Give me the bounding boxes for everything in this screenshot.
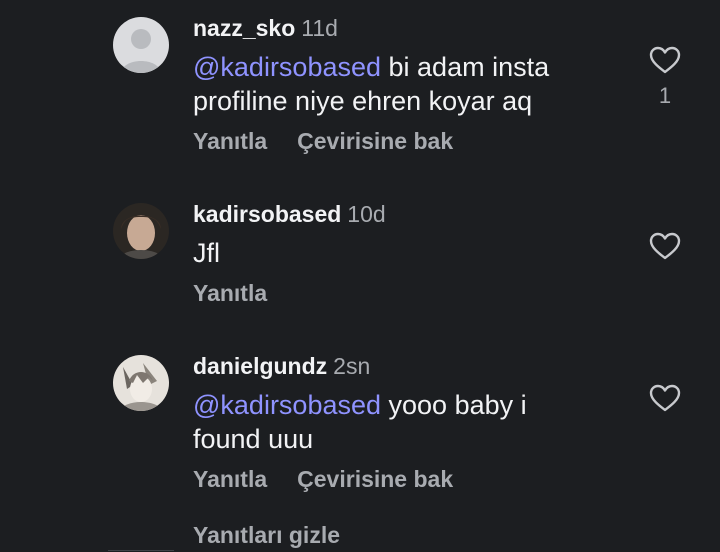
default-avatar-icon[interactable] — [113, 17, 169, 73]
comment-text-line1: bi adam insta — [381, 52, 550, 82]
hide-replies-button[interactable]: Yanıtları gizle — [193, 522, 340, 549]
comment-text: @kadirsobased yooo baby i found uuu — [193, 388, 613, 456]
comment-time: 11d — [301, 15, 338, 41]
comment-text: Jfl — [193, 238, 220, 268]
comment-actions: Yanıtla — [193, 280, 613, 307]
comment-actions: Yanıtla Çevirisine bak — [193, 128, 613, 155]
like-control: 1 — [648, 45, 682, 109]
comment-username[interactable]: nazz_sko — [193, 15, 295, 41]
comment-actions: Yanıtla Çevirisine bak — [193, 466, 613, 493]
avatar[interactable] — [113, 203, 169, 259]
comment-meta: nazz_sko 11d — [193, 14, 613, 42]
reply-button[interactable]: Yanıtla — [193, 128, 267, 154]
comment-text-line2: found uuu — [193, 424, 314, 454]
avatar[interactable] — [113, 355, 169, 411]
divider-line — [108, 550, 174, 551]
see-translation-button[interactable]: Çevirisine bak — [297, 466, 453, 492]
comment-meta: kadirsobased 10d — [193, 200, 613, 228]
comment-text-line1: yooo baby i — [381, 390, 527, 420]
reply-button[interactable]: Yanıtla — [193, 280, 267, 306]
reply-button[interactable]: Yanıtla — [193, 466, 267, 492]
hide-replies-row: Yanıtları gizle — [108, 522, 340, 551]
heart-icon[interactable] — [648, 45, 682, 75]
comment-meta: danielgundz 2sn — [193, 352, 613, 380]
like-count: 1 — [658, 83, 672, 108]
like-control — [648, 231, 682, 261]
comment-username[interactable]: kadirsobased — [193, 201, 341, 227]
see-translation-button[interactable]: Çevirisine bak — [297, 128, 453, 154]
comment-time: 10d — [347, 201, 386, 227]
comment-time: 2sn — [333, 353, 371, 379]
like-control — [648, 383, 682, 413]
mention-link[interactable]: @kadirsobased — [193, 52, 381, 82]
comment-username[interactable]: danielgundz — [193, 353, 327, 379]
heart-icon[interactable] — [648, 383, 682, 413]
comment-text-line2: profiline niye ehren koyar aq — [193, 86, 533, 116]
heart-icon[interactable] — [648, 231, 682, 261]
comment-text: @kadirsobased bi adam insta profiline ni… — [193, 50, 613, 118]
mention-link[interactable]: @kadirsobased — [193, 390, 381, 420]
